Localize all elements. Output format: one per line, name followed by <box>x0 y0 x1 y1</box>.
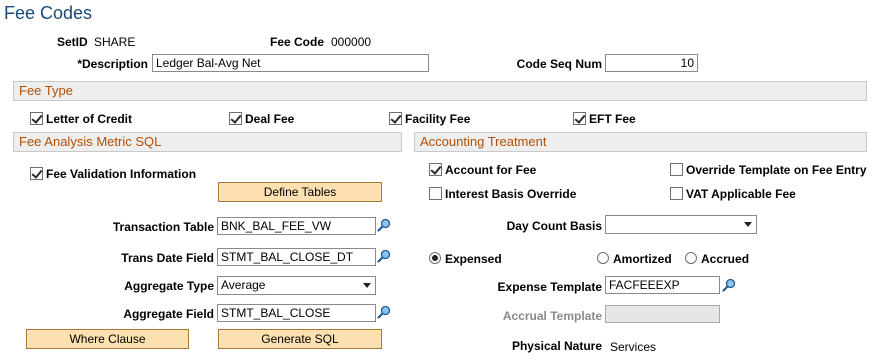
generate-sql-button[interactable]: Generate SQL <box>218 329 382 349</box>
trans-date-lookup-icon[interactable] <box>377 249 391 263</box>
expensed-label: Expensed <box>445 252 502 266</box>
code-seq-input[interactable]: 10 <box>605 54 698 72</box>
override-template-checkbox[interactable] <box>670 163 683 176</box>
expense-template-input[interactable]: FACFEEEXP <box>605 276 720 294</box>
deal-fee-checkbox[interactable] <box>229 112 242 125</box>
physical-nature-label: Physical Nature <box>511 339 602 353</box>
description-input[interactable]: Ledger Bal-Avg Net <box>152 54 429 72</box>
fee-validation-checkbox[interactable] <box>30 167 43 180</box>
letter-of-credit-label: Letter of Credit <box>46 112 133 126</box>
transaction-table-input[interactable]: BNK_BAL_FEE_VW <box>217 217 376 235</box>
facility-fee-label: Facility Fee <box>405 112 471 126</box>
aggregate-field-lookup-icon[interactable] <box>377 305 391 319</box>
accounting-section-header: Accounting Treatment <box>414 132 867 152</box>
interest-basis-label: Interest Basis Override <box>445 187 577 201</box>
expense-template-lookup-icon[interactable] <box>722 278 736 292</box>
chevron-down-icon <box>363 283 371 288</box>
define-tables-button[interactable]: Define Tables <box>218 182 382 202</box>
accrued-label: Accrued <box>701 252 750 266</box>
trans-date-label: Trans Date Field <box>121 251 214 265</box>
account-for-fee-checkbox[interactable] <box>429 163 442 176</box>
description-label: *Description <box>77 57 148 71</box>
aggregate-type-value: Average <box>221 278 266 292</box>
aggregate-type-select[interactable]: Average <box>217 276 376 295</box>
letter-of-credit-checkbox[interactable] <box>30 112 43 125</box>
account-for-fee-label: Account for Fee <box>445 163 537 177</box>
day-count-label: Day Count Basis <box>506 219 602 233</box>
day-count-select[interactable] <box>605 215 757 234</box>
deal-fee-label: Deal Fee <box>245 112 295 126</box>
accrual-template-label: Accrual Template <box>502 309 602 323</box>
transaction-table-label: Transaction Table <box>112 220 214 234</box>
facility-fee-checkbox[interactable] <box>389 112 402 125</box>
physical-nature-value: Services <box>610 340 657 354</box>
fee-analysis-section-header: Fee Analysis Metric SQL <box>13 132 402 152</box>
chevron-down-icon <box>744 222 752 227</box>
expensed-radio[interactable] <box>429 252 441 264</box>
trans-date-input[interactable]: STMT_BAL_CLOSE_DT <box>217 248 376 266</box>
where-clause-button[interactable]: Where Clause <box>26 329 189 349</box>
code-seq-label: Code Seq Num <box>516 57 602 71</box>
setid-label: SetID <box>57 35 88 49</box>
aggregate-field-input[interactable]: STMT_BAL_CLOSE <box>217 304 376 322</box>
aggregate-type-label: Aggregate Type <box>124 279 214 293</box>
aggregate-field-label: Aggregate Field <box>123 307 214 321</box>
feecode-label: Fee Code <box>270 35 325 49</box>
vat-checkbox[interactable] <box>670 187 683 200</box>
setid-value: SHARE <box>94 35 136 49</box>
fee-validation-label: Fee Validation Information <box>46 167 197 181</box>
eft-fee-label: EFT Fee <box>589 112 636 126</box>
amortized-label: Amortized <box>613 252 672 266</box>
interest-basis-checkbox[interactable] <box>429 187 442 200</box>
expense-template-label: Expense Template <box>497 280 602 294</box>
override-template-label: Override Template on Fee Entry <box>686 163 867 177</box>
page-title: Fee Codes <box>4 3 93 23</box>
eft-fee-checkbox[interactable] <box>573 112 586 125</box>
feecode-value: 000000 <box>331 35 372 49</box>
accrued-radio[interactable] <box>685 252 697 264</box>
amortized-radio[interactable] <box>597 252 609 264</box>
vat-label: VAT Applicable Fee <box>686 187 796 201</box>
fee-type-section-header: Fee Type <box>13 81 867 101</box>
transaction-table-lookup-icon[interactable] <box>377 218 391 232</box>
accrual-template-input <box>605 305 720 323</box>
